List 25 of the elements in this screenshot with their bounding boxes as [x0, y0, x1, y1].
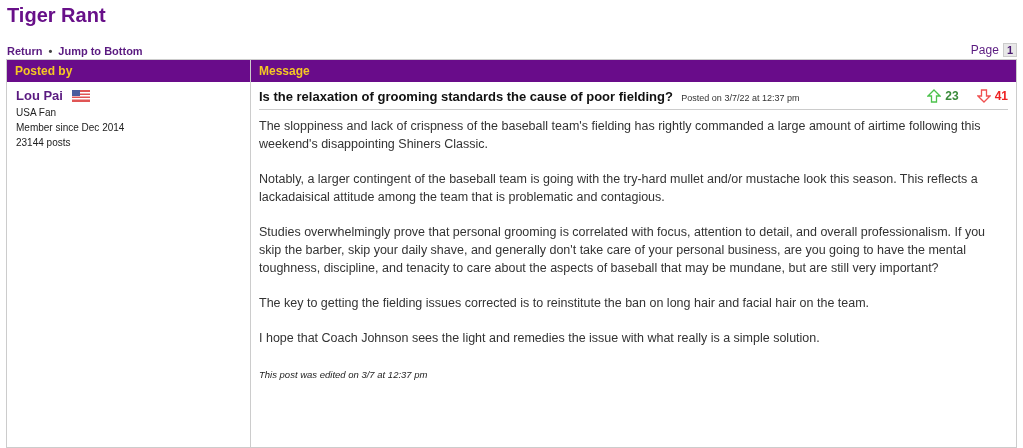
arrow-up-icon[interactable]	[927, 89, 942, 103]
author-title: USA Fan	[16, 106, 58, 120]
separator-dot: •	[48, 45, 53, 57]
author-name[interactable]: Lou Pai	[16, 88, 63, 103]
column-header: Message	[258, 63, 311, 80]
post-subject: Is the relaxation of grooming standards the cause of poor fielding?	[259, 89, 673, 104]
post-date: Posted on 3/7/22 at 12:37 pm	[681, 93, 800, 103]
edit-note: This post was edited on 3/7 at 12:37 pm	[259, 369, 429, 380]
arrow-down-icon[interactable]	[976, 89, 991, 103]
column-header: Posted by	[7, 60, 251, 82]
page-number[interactable]: 1	[1002, 43, 1017, 57]
post-paragraph: The key to getting the fielding issues corrected is to reinstitute the ban on long hair and facial hair on the team.	[259, 295, 871, 312]
nav-link[interactable]: Return	[7, 45, 43, 57]
flag-icon	[71, 89, 90, 102]
board-title: Tiger Rant	[7, 3, 107, 27]
member-since: Member since Dec 2014	[16, 121, 126, 135]
post-count: 23144 posts	[16, 136, 72, 150]
downvote-count: 41	[994, 89, 1008, 103]
post-paragraph: I hope that Coach Johnson sees the light and remedies the issue with what really is a simple solution.	[259, 330, 821, 347]
post-paragraph: Studies overwhelmingly prove that personal grooming is correlated with focus, attention to detail, and overall professionalism. If you skip the barber, skip your daily shave, and generally don't take care of your personal business, are you going to have the mental toughness, discipline, and tenacity to care about the aspects of baseball that may be mundane, but are still very important?	[259, 224, 987, 277]
nav-link[interactable]: Jump to Bottom	[58, 45, 143, 57]
upvote-count: 23	[945, 89, 959, 103]
post-paragraph: Notably, a larger contingent of the baseball team is going with the try-hard mullet and/or mustache look this season. This reflects a lackadaisical attitude among the team that is problematic and contagious.	[259, 171, 979, 206]
page-label: Page	[970, 43, 999, 57]
post-paragraph: The sloppiness and lack of crispness of the baseball team's fielding has rightly commanded a large amount of airtime following this weekend's disappointing Shiners Classic.	[259, 118, 982, 153]
